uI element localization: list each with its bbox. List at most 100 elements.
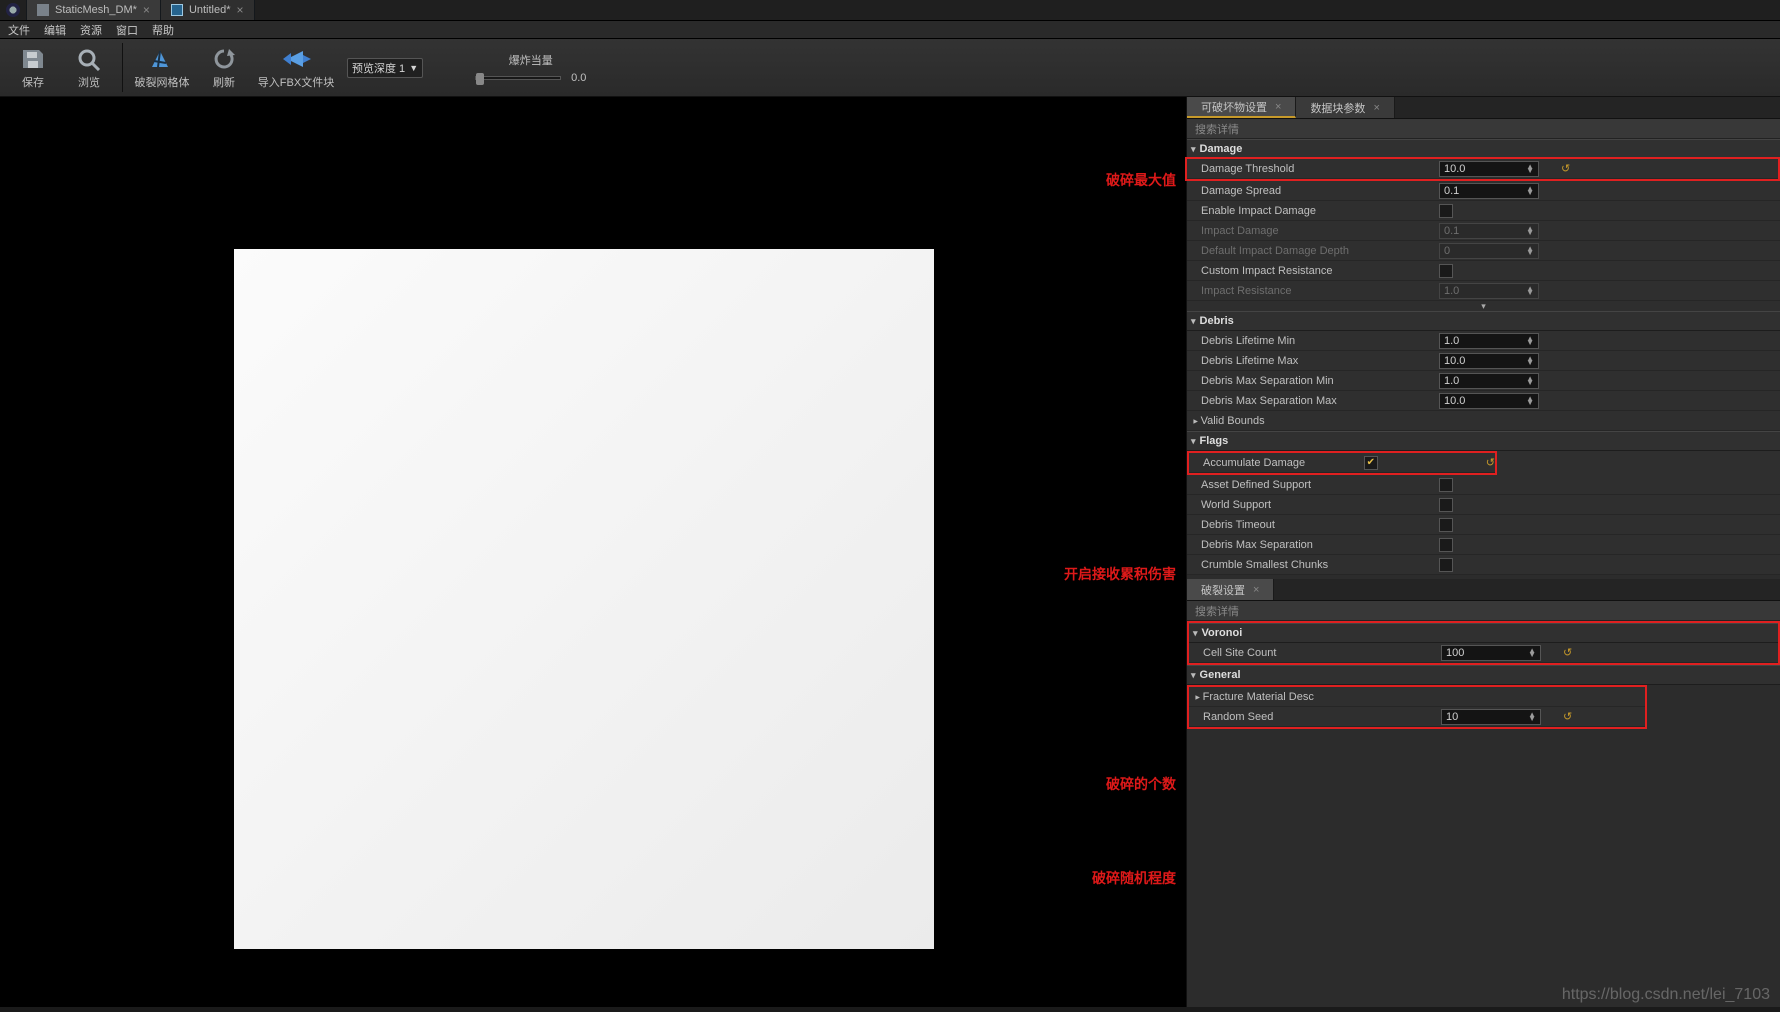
spinner-icon[interactable]: ▲▼ (1526, 357, 1534, 365)
menu-window[interactable]: 窗口 (116, 22, 138, 38)
section-flags[interactable]: ▾ Flags (1187, 431, 1780, 451)
close-icon[interactable]: × (143, 3, 150, 17)
tab-label: Untitled* (189, 4, 231, 16)
details-panel-tabs: 可破坏物设置 × 数据块参数 × (1187, 97, 1780, 119)
section-damage[interactable]: ▾ Damage (1187, 139, 1780, 159)
spinner-icon[interactable]: ▲▼ (1526, 187, 1534, 195)
crumble-checkbox[interactable] (1439, 558, 1453, 572)
spinner-icon[interactable]: ▲▼ (1526, 397, 1534, 405)
damage-threshold-input[interactable]: 10.0▲▼ (1439, 161, 1539, 177)
prop-label: Debris Max Separation Max (1187, 395, 1439, 407)
prop-label: Random Seed (1189, 711, 1441, 723)
voronoi-rows: Cell Site Count 100▲▼ ↺ (1189, 643, 1778, 663)
world-support-checkbox[interactable] (1439, 498, 1453, 512)
tab-staticmesh-dm[interactable]: StaticMesh_DM* × (27, 0, 161, 20)
prop-label: Debris Max Separation Min (1187, 375, 1439, 387)
chevron-down-icon: ▼ (409, 63, 418, 73)
cell-site-count-input[interactable]: 100▲▼ (1441, 645, 1541, 661)
debris-lifetime-max-input[interactable]: 10.0▲▼ (1439, 353, 1539, 369)
impact-damage-input: 0.1▲▼ (1439, 223, 1539, 239)
close-icon[interactable]: × (237, 3, 244, 17)
prop-label: ▾ Fracture Material Desc (1189, 691, 1441, 703)
spinner-icon[interactable]: ▲▼ (1526, 337, 1534, 345)
menu-help[interactable]: 帮助 (152, 22, 174, 38)
section-debris[interactable]: ▾ Debris (1187, 311, 1780, 331)
asset-defined-support-checkbox[interactable] (1439, 478, 1453, 492)
save-icon (18, 46, 48, 72)
fracture-mesh-button[interactable]: 破裂网格体 (129, 41, 195, 95)
level-icon (171, 4, 183, 16)
flags-rows: Accumulate Damage ✔ ↺ Asset Defined Supp… (1187, 451, 1780, 575)
row-debris-timeout: Debris Timeout (1187, 515, 1780, 535)
input-value: 1.0 (1444, 285, 1459, 297)
search-fracture-input[interactable]: 搜索详情 (1187, 601, 1780, 621)
debris-sep-min-input[interactable]: 1.0▲▼ (1439, 373, 1539, 389)
spinner-icon[interactable]: ▲▼ (1526, 165, 1534, 173)
close-icon[interactable]: × (1253, 584, 1259, 596)
viewport-3d[interactable] (0, 97, 1186, 1007)
prop-label: Debris Lifetime Max (1187, 355, 1439, 367)
prop-label: Default Impact Damage Depth (1187, 245, 1439, 257)
prop-label: Impact Resistance (1187, 285, 1439, 297)
expand-advanced-damage[interactable]: ▾ (1187, 301, 1780, 311)
section-general[interactable]: ▾ General (1187, 665, 1780, 685)
row-impact-damage: Impact Damage 0.1▲▼ (1187, 221, 1780, 241)
row-asset-defined-support: Asset Defined Support (1187, 475, 1780, 495)
debris-timeout-checkbox[interactable] (1439, 518, 1453, 532)
row-random-seed: Random Seed 10 ▲▼ ↺ (1189, 707, 1645, 727)
slider-thumb[interactable] (476, 73, 484, 85)
damage-spread-input[interactable]: 0.1▲▼ (1439, 183, 1539, 199)
reset-icon[interactable]: ↺ (1563, 710, 1572, 723)
menu-file[interactable]: 文件 (8, 22, 30, 38)
save-button[interactable]: 保存 (6, 41, 60, 95)
import-fbx-button[interactable]: 导入FBX文件块 (253, 41, 339, 95)
tab-fracture-settings[interactable]: 破裂设置 × (1187, 579, 1274, 600)
mesh-preview-plane (234, 249, 934, 949)
close-icon[interactable]: × (1275, 101, 1281, 113)
watermark-text: https://blog.csdn.net/lei_7103 (1562, 986, 1770, 1004)
debris-lifetime-min-input[interactable]: 1.0 ▲▼ (1439, 333, 1539, 349)
reset-icon[interactable]: ↺ (1486, 456, 1495, 469)
preview-depth-dropdown[interactable]: 预览深度 1 ▼ (347, 58, 423, 78)
input-value: 10 (1446, 711, 1458, 723)
accumulate-damage-checkbox[interactable]: ✔ (1364, 456, 1378, 470)
input-value: 1.0 (1444, 335, 1459, 347)
menu-edit[interactable]: 编辑 (44, 22, 66, 38)
row-debris-lifetime-min: Debris Lifetime Min 1.0▲▼ (1187, 331, 1780, 351)
browse-button[interactable]: 浏览 (62, 41, 116, 95)
toolbar: 保存 浏览 破裂网格体 刷新 导入FBX文件块 预览深度 1 ▼ 爆炸当量 0.… (0, 39, 1780, 97)
chevron-down-icon: ▾ (1191, 436, 1196, 447)
spinner-icon[interactable]: ▲▼ (1526, 377, 1534, 385)
debris-max-sep-checkbox[interactable] (1439, 538, 1453, 552)
refresh-button[interactable]: 刷新 (197, 41, 251, 95)
random-seed-input[interactable]: 10 ▲▼ (1441, 709, 1541, 725)
explode-amount-label: 爆炸当量 (509, 52, 553, 68)
section-voronoi[interactable]: ▾ Voronoi (1189, 623, 1778, 643)
row-accumulate-damage: Accumulate Damage ✔ ↺ (1189, 453, 1495, 473)
panel-tab-label: 可破坏物设置 (1201, 99, 1267, 115)
input-value: 0 (1444, 245, 1450, 257)
row-impact-resistance: Impact Resistance 1.0▲▼ (1187, 281, 1780, 301)
enable-impact-checkbox[interactable] (1439, 204, 1453, 218)
tab-destructible-settings[interactable]: 可破坏物设置 × (1187, 97, 1296, 118)
tab-untitled[interactable]: Untitled* × (161, 0, 255, 20)
reset-icon[interactable]: ↺ (1561, 162, 1570, 175)
row-fracture-material-desc[interactable]: ▾ Fracture Material Desc (1189, 687, 1645, 707)
row-damage-threshold: Damage Threshold 10.0▲▼ ↺ (1187, 159, 1778, 179)
tab-chunk-params[interactable]: 数据块参数 × (1296, 97, 1394, 118)
prop-label: ▾ Valid Bounds (1187, 415, 1439, 427)
custom-impact-res-checkbox[interactable] (1439, 264, 1453, 278)
spinner-icon[interactable]: ▲▼ (1528, 649, 1536, 657)
explode-amount-slider[interactable] (475, 76, 561, 80)
debris-sep-max-input[interactable]: 10.0▲▼ (1439, 393, 1539, 409)
app-icon-slot (0, 0, 27, 20)
reset-icon[interactable]: ↺ (1563, 646, 1572, 659)
section-title: General (1200, 669, 1241, 681)
row-valid-bounds[interactable]: ▾ Valid Bounds (1187, 411, 1780, 431)
search-details-input[interactable]: 搜索详情 (1187, 119, 1780, 139)
toolbar-label: 浏览 (78, 74, 100, 90)
close-icon[interactable]: × (1373, 102, 1379, 114)
menu-asset[interactable]: 资源 (80, 22, 102, 38)
spinner-icon[interactable]: ▲▼ (1528, 713, 1536, 721)
toolbar-separator (122, 43, 123, 92)
